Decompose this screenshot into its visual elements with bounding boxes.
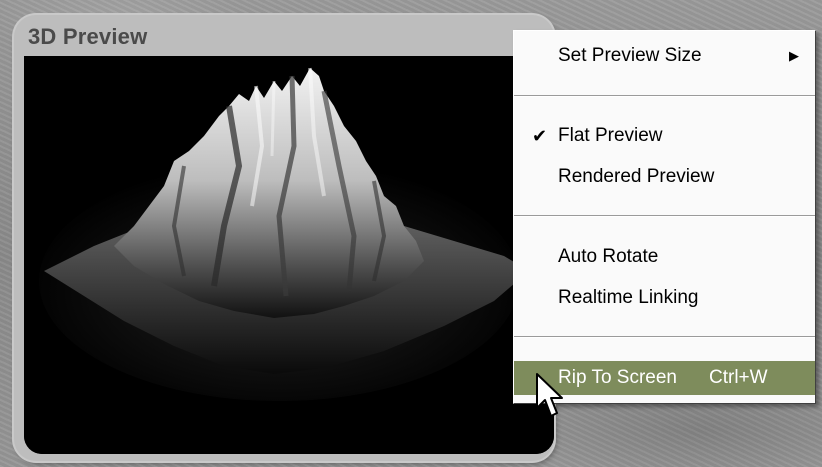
menu-item-auto-rotate[interactable]: Auto Rotate [514, 240, 815, 274]
menu-item-label: Set Preview Size [558, 45, 702, 66]
menu-item-label: Rendered Preview [558, 166, 715, 187]
submenu-arrow-icon: ▶ [789, 48, 799, 63]
checkmark-icon: ✔ [532, 126, 548, 146]
menu-item-label: Rip To Screen [558, 367, 677, 388]
panel-title: 3D Preview [28, 24, 148, 49]
menu-separator [514, 95, 815, 97]
mouse-pointer-icon [536, 373, 563, 417]
menu-item-set-preview-size[interactable]: Set Preview Size ▶ [514, 39, 815, 73]
terrain-render [24, 56, 554, 454]
menu-item-label: Auto Rotate [558, 246, 659, 267]
menu-item-shortcut: Ctrl+W [709, 367, 768, 388]
menu-item-rendered-preview[interactable]: Rendered Preview [514, 160, 815, 194]
menu-separator [514, 215, 815, 217]
3d-preview-viewport[interactable] [24, 56, 554, 454]
menu-separator [514, 336, 815, 338]
menu-item-realtime-linking[interactable]: Realtime Linking [514, 281, 815, 315]
menu-item-flat-preview[interactable]: ✔ Flat Preview [514, 119, 815, 153]
context-menu: Set Preview Size ▶ ✔ Flat Preview Render… [513, 30, 816, 404]
menu-item-label: Realtime Linking [558, 287, 699, 308]
menu-item-label: Flat Preview [558, 125, 663, 146]
